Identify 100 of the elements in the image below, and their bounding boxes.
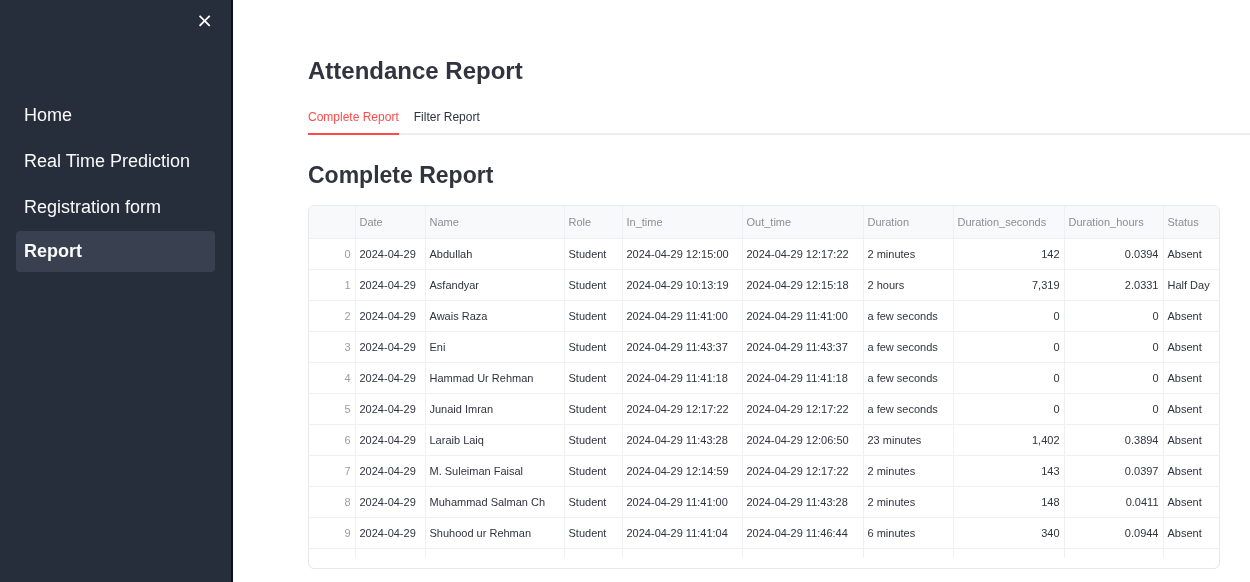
row-index: 8 xyxy=(309,486,355,517)
column-header[interactable]: Role xyxy=(564,206,622,238)
table-cell: 340 xyxy=(953,517,1064,548)
table-cell: 2 minutes xyxy=(863,238,953,269)
column-header[interactable]: Date xyxy=(355,206,425,238)
table-cell: 2024-04-29 12:17:22 xyxy=(742,238,863,269)
table-cell: 2024-04-29 12:14:59 xyxy=(622,455,742,486)
nav-item[interactable]: Home xyxy=(16,93,215,137)
table-cell: 2024-04-29 12:17:22 xyxy=(742,393,863,424)
table-cell: Hammad Ur Rehman xyxy=(425,362,564,393)
table-cell: 148 xyxy=(953,486,1064,517)
table-cell: 0.0411 xyxy=(1064,486,1163,517)
row-index: 9 xyxy=(309,517,355,548)
tab[interactable]: Filter Report xyxy=(413,108,480,135)
table-cell: Student xyxy=(564,393,622,424)
table-cell: 0 xyxy=(1064,362,1163,393)
table-cell: 2024-04-29 xyxy=(355,362,425,393)
column-header[interactable]: Status xyxy=(1163,206,1219,238)
table-cell: 142 xyxy=(953,238,1064,269)
table-cell: Student xyxy=(564,455,622,486)
table-cell: 2024-04-29 11:41:18 xyxy=(742,362,863,393)
table-cell: Muhammad Salman Ch xyxy=(425,486,564,517)
table-cell: 0 xyxy=(953,362,1064,393)
table-cell: 2024-04-29 xyxy=(355,455,425,486)
section-heading: Complete Report xyxy=(308,161,495,190)
column-header[interactable]: Duration_hours xyxy=(1064,206,1163,238)
table-cell: Shuhood ur Rehman xyxy=(425,517,564,548)
table-cell: 2024-04-29 11:41:00 xyxy=(622,486,742,517)
table-cell: 2 minutes xyxy=(863,455,953,486)
table-cell: Student xyxy=(564,269,622,300)
tab[interactable]: Complete Report xyxy=(308,108,399,135)
table-cell: 2 hours xyxy=(863,269,953,300)
column-header[interactable]: Name xyxy=(425,206,564,238)
table-cell: Junaid Imran xyxy=(425,393,564,424)
table-cell: Asfandyar xyxy=(425,269,564,300)
table-cell: 0 xyxy=(953,300,1064,331)
table-cell: 2024-04-29 xyxy=(355,300,425,331)
table-cell: Student xyxy=(564,486,622,517)
table-cell: a few seconds xyxy=(863,331,953,362)
table-cell: Student xyxy=(564,517,622,548)
table-cell: Abdullah xyxy=(425,238,564,269)
table-cell: 2024-04-29 xyxy=(355,424,425,455)
table-cell: 2024-04-29 12:15:18 xyxy=(742,269,863,300)
table-cell: M. Suleiman Faisal xyxy=(425,455,564,486)
table-cell: 2 minutes xyxy=(863,486,953,517)
row-index: 7 xyxy=(309,455,355,486)
table-cell: Student xyxy=(564,331,622,362)
table-cell: Student xyxy=(564,238,622,269)
table-cell: Student xyxy=(564,362,622,393)
nav-item[interactable]: Registration form xyxy=(16,185,215,229)
table-cell: 2024-04-29 xyxy=(355,269,425,300)
table-cell: 2024-04-29 11:41:18 xyxy=(622,362,742,393)
column-header[interactable]: Out_time xyxy=(742,206,863,238)
table-cell: 2024-04-29 12:15:00 xyxy=(622,238,742,269)
table-cell: 2024-04-29 xyxy=(355,393,425,424)
table-cell: 0.0944 xyxy=(1064,517,1163,548)
table-cell: 0 xyxy=(953,331,1064,362)
table-cell: Student xyxy=(564,300,622,331)
page-title: Attendance Report xyxy=(308,56,524,86)
row-index: 3 xyxy=(309,331,355,362)
close-button[interactable]: × xyxy=(194,8,215,32)
table-cell: 2024-04-29 11:43:37 xyxy=(622,331,742,362)
column-header[interactable]: Duration_seconds xyxy=(953,206,1064,238)
table-cell: Awais Raza xyxy=(425,300,564,331)
table-cell: 2024-04-29 xyxy=(355,238,425,269)
table-cell: 2024-04-29 11:43:28 xyxy=(742,486,863,517)
table-cell: 6 minutes xyxy=(863,517,953,548)
table-cell: 7,319 xyxy=(953,269,1064,300)
row-index: 6 xyxy=(309,424,355,455)
table-cell: 0 xyxy=(1064,300,1163,331)
table-cell: 0 xyxy=(1064,393,1163,424)
table-cell: 0.0397 xyxy=(1064,455,1163,486)
table-cell: Laraib Laiq xyxy=(425,424,564,455)
table-cell: Student xyxy=(564,424,622,455)
nav-item[interactable]: Report xyxy=(16,231,215,272)
nav-item[interactable]: Real Time Prediction xyxy=(16,139,215,183)
table-cell: 2024-04-29 xyxy=(355,486,425,517)
table-cell: 2024-04-29 11:41:04 xyxy=(622,517,742,548)
row-index: 4 xyxy=(309,362,355,393)
table-cell: Eni xyxy=(425,331,564,362)
row-index: 2 xyxy=(309,300,355,331)
table-cell: 0 xyxy=(1064,331,1163,362)
table-cell: 2024-04-29 12:17:22 xyxy=(622,393,742,424)
table-cell: 2024-04-29 12:06:50 xyxy=(742,424,863,455)
table-cell: 2024-04-29 10:13:19 xyxy=(622,269,742,300)
column-header[interactable]: In_time xyxy=(622,206,742,238)
table-cell: a few seconds xyxy=(863,300,953,331)
table-cell: 0.3894 xyxy=(1064,424,1163,455)
table-cell: 0 xyxy=(953,393,1064,424)
table-cell: 2.0331 xyxy=(1064,269,1163,300)
table-cell: 2024-04-29 11:46:44 xyxy=(742,517,863,548)
table-cell: 23 minutes xyxy=(863,424,953,455)
row-index: 0 xyxy=(309,238,355,269)
row-index: 5 xyxy=(309,393,355,424)
table-cell: 0.0394 xyxy=(1064,238,1163,269)
table-cell: 2024-04-29 12:17:22 xyxy=(742,455,863,486)
column-header[interactable]: Duration xyxy=(863,206,953,238)
table-cell: a few seconds xyxy=(863,393,953,424)
table-cell: a few seconds xyxy=(863,362,953,393)
table-cell: 2024-04-29 11:41:00 xyxy=(742,300,863,331)
